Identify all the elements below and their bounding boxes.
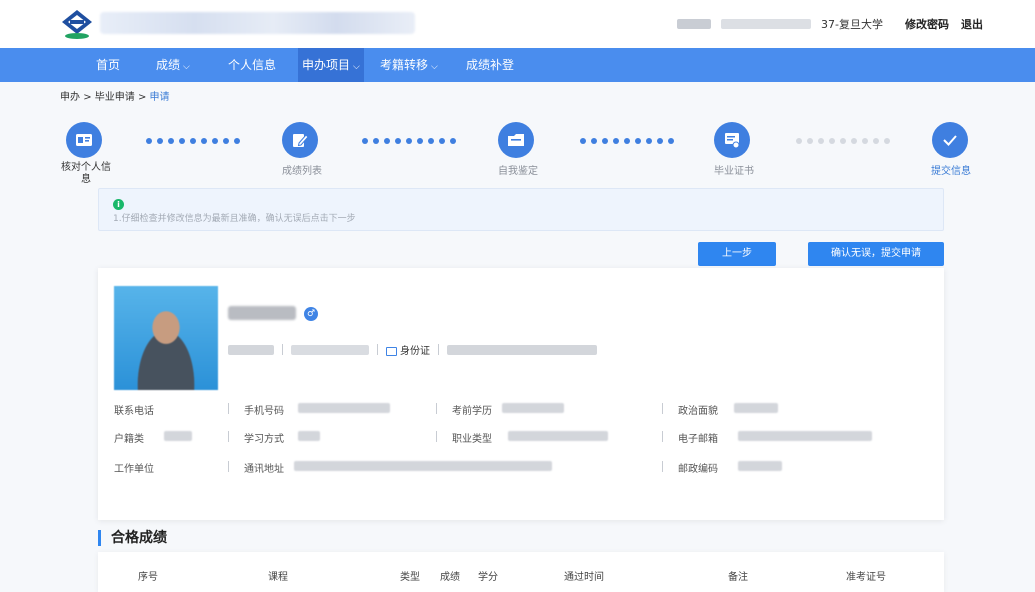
nav-personal-info[interactable]: 个人信息: [224, 48, 280, 82]
school-logo-icon: [62, 10, 92, 39]
user-area: 37-复旦大学 修改密码 退出: [677, 16, 983, 32]
field-study-mode: 学习方式: [244, 434, 284, 445]
step-label: 提交信息: [931, 166, 971, 177]
step-label: 成绩列表: [282, 166, 322, 177]
top-bar: 37-复旦大学 修改密码 退出: [0, 0, 1035, 48]
field-work-unit: 工作单位: [114, 464, 154, 475]
folder-icon: [498, 122, 534, 158]
male-icon: ♂: [304, 307, 318, 321]
table-header: 课程: [268, 572, 288, 583]
system-title-blurred: [100, 12, 415, 34]
breadcrumb: 申办 > 毕业申请 > 申请: [60, 92, 170, 103]
nav-applications[interactable]: 申办项目 ⌵: [298, 48, 364, 82]
nav-home[interactable]: 首页: [92, 48, 124, 82]
field-occupation-type: 职业类型: [452, 434, 492, 445]
chevron-down-icon: ⌵: [183, 62, 190, 72]
step-connector: [580, 138, 674, 144]
certificate-icon: [714, 122, 750, 158]
notice-box: i 1.仔细检查并修改信息为最新且准确，确认无误后点击下一步: [98, 188, 944, 231]
confirm-submit-button[interactable]: 确认无误，提交申请: [808, 242, 944, 266]
id-card-icon: [386, 346, 397, 356]
nav-scores[interactable]: 成绩 ⌵: [152, 48, 194, 82]
change-password-link[interactable]: 修改密码: [905, 16, 949, 32]
blurred-value: [291, 344, 369, 355]
field-household-type: 户籍类: [114, 434, 144, 445]
step-label: 核对个人信息: [61, 162, 111, 185]
check-icon: [932, 122, 968, 158]
school-name: 37-复旦大学: [821, 18, 883, 31]
chevron-down-icon: ⌵: [353, 62, 360, 72]
id-type: 身份证: [386, 342, 430, 357]
id-card-icon: [66, 122, 102, 158]
table-header: 成绩: [440, 572, 460, 583]
field-address: 通讯地址: [244, 464, 284, 475]
breadcrumb-item[interactable]: 申办: [60, 92, 80, 103]
progress-steps: 核对个人信息 成绩列表 自我鉴定 毕业证书 提交信息: [0, 122, 1035, 185]
step-label: 毕业证书: [714, 166, 754, 177]
logout-link[interactable]: 退出: [961, 16, 983, 32]
field-prior-education: 考前学历: [452, 406, 492, 417]
info-icon: i: [113, 199, 124, 210]
step-connector: [146, 138, 240, 144]
field-mobile: 手机号码: [244, 406, 284, 417]
breadcrumb-item[interactable]: 毕业申请: [95, 92, 135, 103]
scores-table: 序号 课程 类型 成绩 学分 通过时间 备注 准考证号: [98, 552, 944, 592]
table-header: 通过时间: [564, 572, 604, 583]
step-label: 自我鉴定: [498, 166, 538, 177]
step-connector: [796, 138, 890, 144]
profile-card: ♂ 身份证 联系电话 手机号码 考前学历 政治面貌 户籍类 学习方式 职业类型 …: [98, 268, 944, 520]
section-title: 合格成绩: [98, 530, 167, 546]
table-header: 准考证号: [846, 572, 886, 583]
identity-row: 身份证: [228, 342, 597, 357]
main-nav: 首页 成绩 ⌵ 个人信息 申办项目 ⌵ 考籍转移 ⌵ 成绩补登: [0, 48, 1035, 82]
table-header: 序号: [138, 572, 158, 583]
blurred-value: [228, 344, 274, 355]
field-contact-phone: 联系电话: [114, 406, 154, 417]
user-name-blurred: [721, 19, 812, 29]
prev-step-button[interactable]: 上一步: [698, 242, 776, 266]
id-number-blurred: [447, 344, 597, 355]
field-political-status: 政治面貌: [678, 406, 718, 417]
avatar-photo: [114, 286, 218, 390]
breadcrumb-current: 申请: [149, 92, 170, 103]
nav-score-supplement[interactable]: 成绩补登: [462, 48, 518, 82]
step-connector: [362, 138, 456, 144]
nav-transfer[interactable]: 考籍转移 ⌵: [376, 48, 442, 82]
field-postal-code: 邮政编码: [678, 464, 718, 475]
edit-icon: [282, 122, 318, 158]
notice-text: 1.仔细检查并修改信息为最新且准确，确认无误后点击下一步: [113, 214, 356, 224]
chevron-down-icon: ⌵: [431, 62, 438, 72]
table-header: 类型: [400, 572, 420, 583]
table-header: 备注: [728, 572, 748, 583]
table-header: 学分: [478, 572, 498, 583]
user-id-blurred: [677, 19, 712, 29]
field-email: 电子邮箱: [678, 434, 718, 445]
student-name-blurred: [228, 306, 296, 320]
